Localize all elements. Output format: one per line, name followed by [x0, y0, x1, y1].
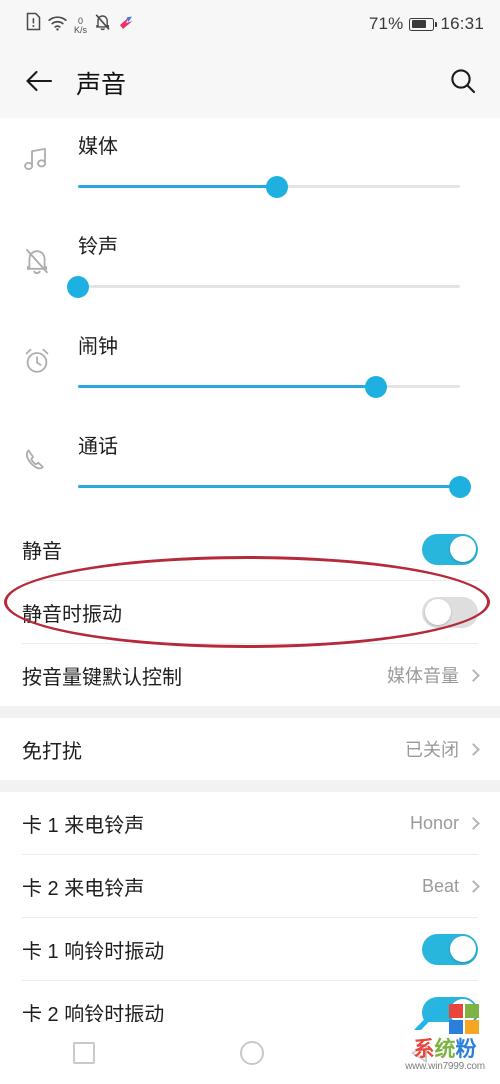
- status-bar-left-icons: 0 K/s: [26, 12, 135, 36]
- slider-track-media[interactable]: [78, 175, 460, 198]
- slider-thumb-alarm[interactable]: [364, 375, 387, 398]
- section-gap: [0, 706, 500, 718]
- slider-thumb-media[interactable]: [265, 175, 288, 198]
- network-speed-icon: 0 K/s: [74, 17, 87, 35]
- row-label-vibrate-when-silent: 静音时振动: [22, 603, 122, 626]
- row-label-sim2-ringtone: 卡 2 来电铃声: [22, 877, 145, 900]
- row-sim1-vibrate-on-ring[interactable]: 卡 1 响铃时振动: [0, 918, 500, 980]
- row-sim1-ringtone[interactable]: 卡 1 来电铃声 Honor: [0, 792, 500, 854]
- row-value-sim1-ringtone: Honor: [409, 812, 459, 833]
- section-gap: [0, 780, 500, 792]
- row-value-sim2-ringtone: Beat: [421, 875, 459, 896]
- notifications-muted-icon: [94, 13, 111, 36]
- chevron-right-icon: [467, 879, 480, 893]
- chevron-right-icon: [467, 742, 480, 756]
- alarm-clock-icon: [22, 318, 78, 376]
- slider-thumb-call[interactable]: [449, 475, 471, 498]
- row-value-volume-key-default: 媒体音量: [387, 666, 459, 686]
- music-note-icon: [22, 118, 78, 174]
- battery-percent-label: 71%: [368, 14, 404, 33]
- triangle-back-icon[interactable]: [409, 1041, 428, 1065]
- row-value-do-not-disturb: 已关闭: [405, 740, 459, 760]
- chevron-right-icon: [467, 816, 480, 830]
- settings-content: 媒体 铃声 闹钟 通话 静音 静音时振动 按音量键默认控制 媒体音量 免打扰 已…: [0, 118, 500, 1043]
- clock-label: 16:31: [440, 14, 484, 33]
- toggle-vibrate-when-silent[interactable]: [422, 596, 478, 628]
- slider-label-alarm: 闹钟: [78, 336, 118, 358]
- slider-track-call[interactable]: [78, 475, 471, 498]
- square-recents-icon[interactable]: [72, 1042, 95, 1064]
- row-sim2-ringtone[interactable]: 卡 2 来电铃声 Beat: [0, 855, 500, 917]
- slider-track-alarm[interactable]: [78, 375, 460, 398]
- status-bar-right: 71% 16:31: [369, 14, 484, 34]
- row-label-volume-key-default: 按音量键默认控制: [22, 666, 182, 689]
- row-label-silent-mode: 静音: [22, 540, 62, 563]
- app-bar: 声音: [0, 48, 500, 118]
- slider-fill-alarm: [78, 385, 376, 388]
- circle-home-icon[interactable]: [239, 1041, 264, 1065]
- page-title: 声音: [76, 71, 127, 99]
- network-speed-unit: K/s: [74, 25, 88, 35]
- slider-fill-call: [78, 485, 460, 488]
- row-volume-key-default[interactable]: 按音量键默认控制 媒体音量: [0, 644, 500, 706]
- chevron-right-icon: [467, 668, 480, 682]
- slider-row-media[interactable]: 媒体: [0, 118, 500, 218]
- row-label-sim1-vibrate-on-ring: 卡 1 响铃时振动: [22, 940, 165, 963]
- slider-track-ringtone[interactable]: [67, 275, 460, 298]
- toggle-sim1-vibrate-on-ring[interactable]: [422, 933, 478, 965]
- status-bar: 0 K/s 71% 16:31: [0, 0, 500, 48]
- search-icon[interactable]: [448, 66, 478, 101]
- slider-label-media: 媒体: [78, 136, 118, 158]
- slider-label-ringtone: 铃声: [78, 236, 118, 258]
- row-label-sim1-ringtone: 卡 1 来电铃声: [22, 814, 145, 837]
- system-nav-bar: [0, 1022, 500, 1084]
- app-icon: [118, 14, 135, 36]
- row-do-not-disturb[interactable]: 免打扰 已关闭: [0, 718, 500, 780]
- battery-icon: [409, 17, 438, 31]
- slider-label-call: 通话: [78, 436, 118, 458]
- row-label-do-not-disturb: 免打扰: [22, 740, 82, 763]
- slider-fill-media: [78, 185, 277, 188]
- back-arrow-icon[interactable]: [24, 68, 54, 99]
- slider-row-alarm[interactable]: 闹钟: [0, 318, 500, 418]
- phone-icon: [22, 418, 78, 476]
- sim-alert-icon: [26, 12, 41, 36]
- slider-row-ringtone[interactable]: 铃声: [0, 218, 500, 318]
- wifi-icon: [48, 15, 67, 36]
- row-silent-mode[interactable]: 静音: [0, 518, 500, 580]
- toggle-silent-mode[interactable]: [422, 533, 478, 565]
- slider-row-call[interactable]: 通话: [0, 418, 500, 518]
- bell-off-icon: [22, 218, 78, 276]
- row-vibrate-when-silent[interactable]: 静音时振动: [0, 581, 500, 643]
- slider-thumb-ringtone[interactable]: [67, 275, 89, 298]
